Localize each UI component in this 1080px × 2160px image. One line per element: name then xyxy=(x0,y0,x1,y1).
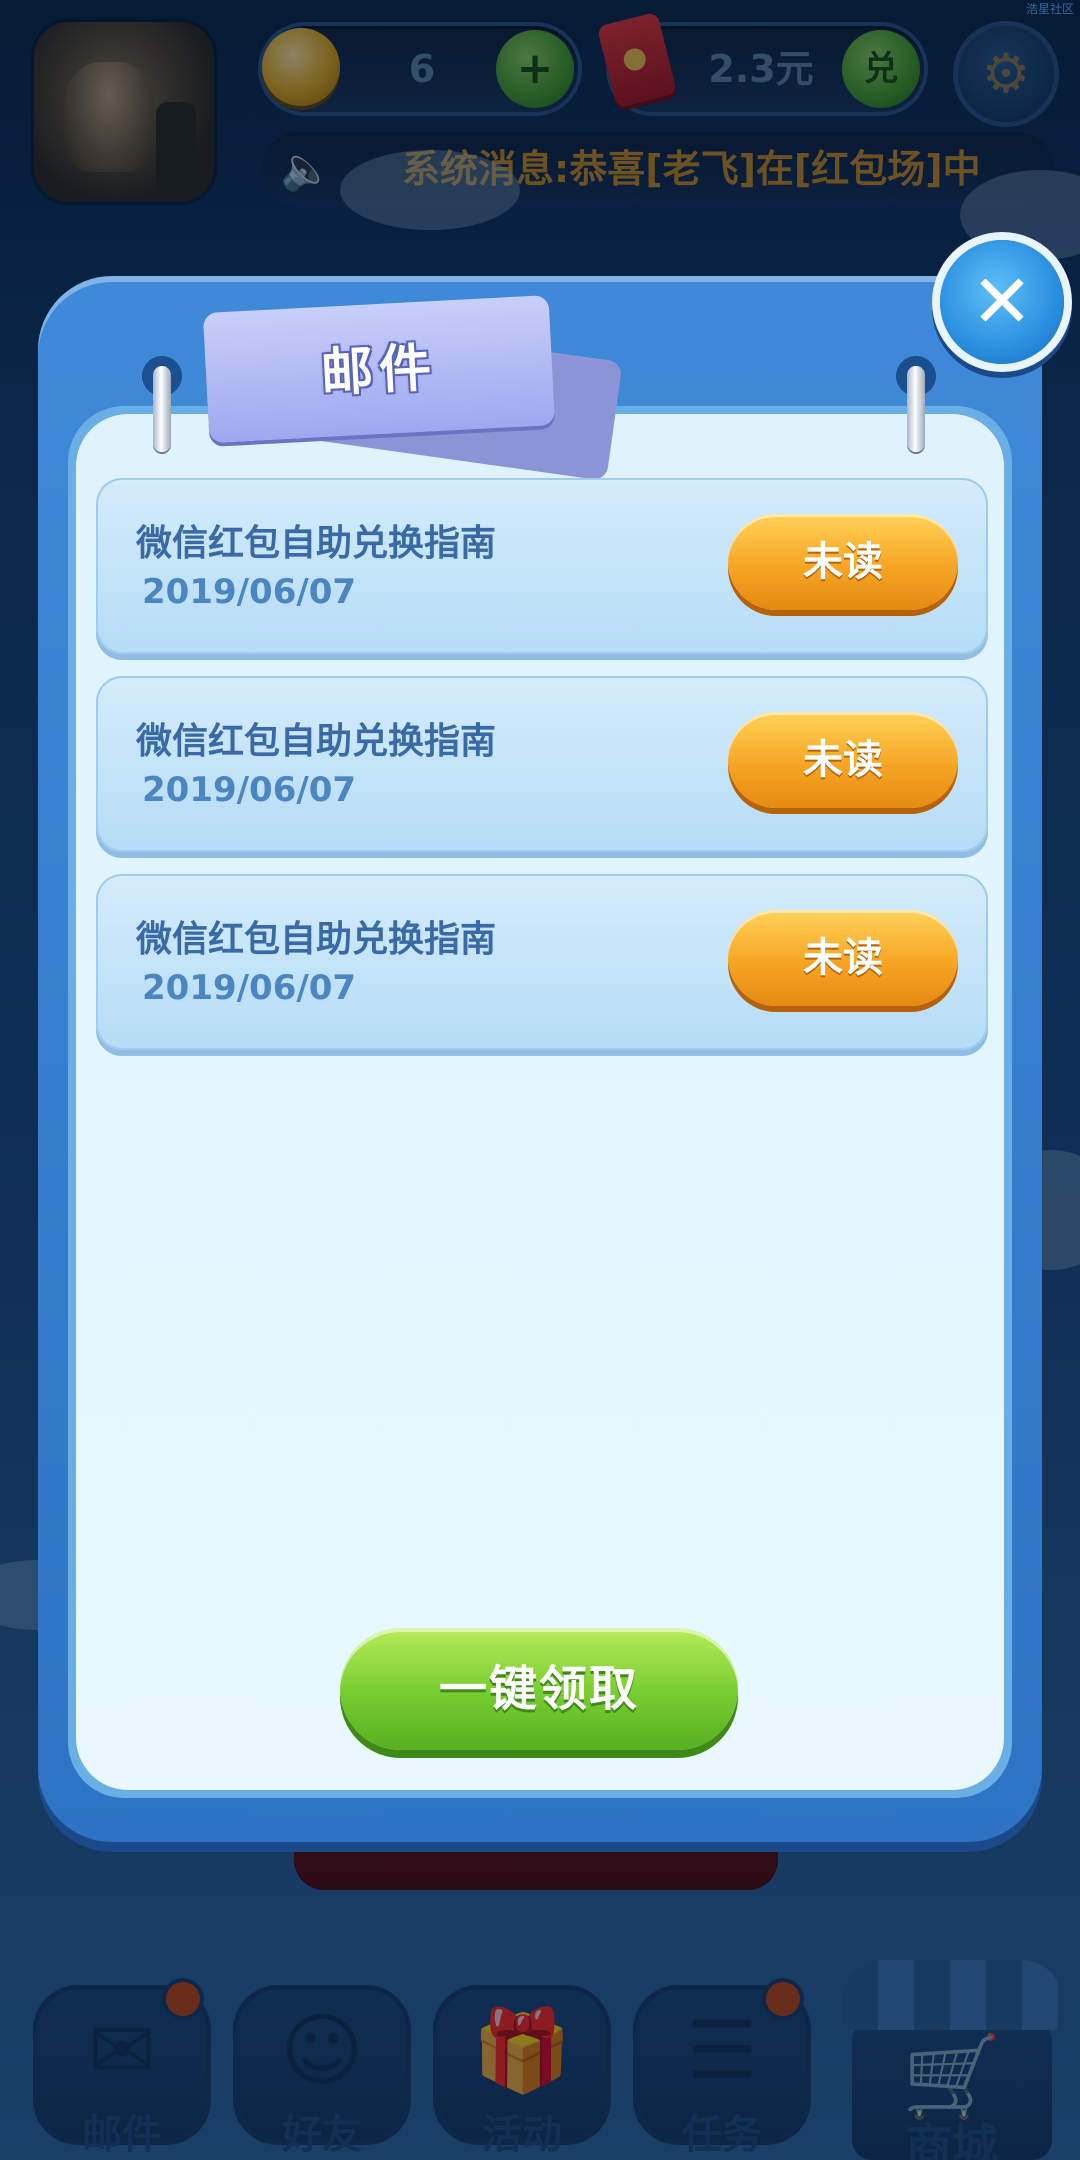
mail-title: 微信红包自助兑换指南 xyxy=(136,919,497,960)
mail-date: 2019/06/07 xyxy=(142,572,357,612)
mail-title: 微信红包自助兑换指南 xyxy=(136,523,497,564)
mail-unread-button[interactable]: 未读 xyxy=(728,514,958,610)
mail-list: 微信红包自助兑换指南 2019/06/07 未读 微信红包自助兑换指南 2019… xyxy=(96,478,988,1072)
close-icon[interactable]: ✕ xyxy=(940,240,1064,364)
mail-date: 2019/06/07 xyxy=(142,968,357,1008)
dialog-title: 邮件 xyxy=(319,338,439,404)
ring-loop xyxy=(153,366,171,452)
mail-unread-button[interactable]: 未读 xyxy=(728,910,958,1006)
mail-unread-button[interactable]: 未读 xyxy=(728,712,958,808)
binder-ring-left xyxy=(142,356,182,456)
ring-loop xyxy=(907,366,925,452)
claim-all-button[interactable]: 一键领取 xyxy=(340,1628,738,1750)
title-tab: 邮件 xyxy=(202,295,556,443)
mail-item[interactable]: 微信红包自助兑换指南 2019/06/07 未读 xyxy=(96,874,988,1050)
mail-date: 2019/06/07 xyxy=(142,770,357,810)
binder-ring-right xyxy=(896,356,936,456)
mail-item[interactable]: 微信红包自助兑换指南 2019/06/07 未读 xyxy=(96,676,988,852)
mail-item[interactable]: 微信红包自助兑换指南 2019/06/07 未读 xyxy=(96,478,988,654)
game-screen: 6 + 2.3元 兑 ⚙ 🔈 系统消息:恭喜[老飞]在[红包场]中 浩星社区 ✉… xyxy=(0,0,1080,2160)
mail-title: 微信红包自助兑换指南 xyxy=(136,721,497,762)
